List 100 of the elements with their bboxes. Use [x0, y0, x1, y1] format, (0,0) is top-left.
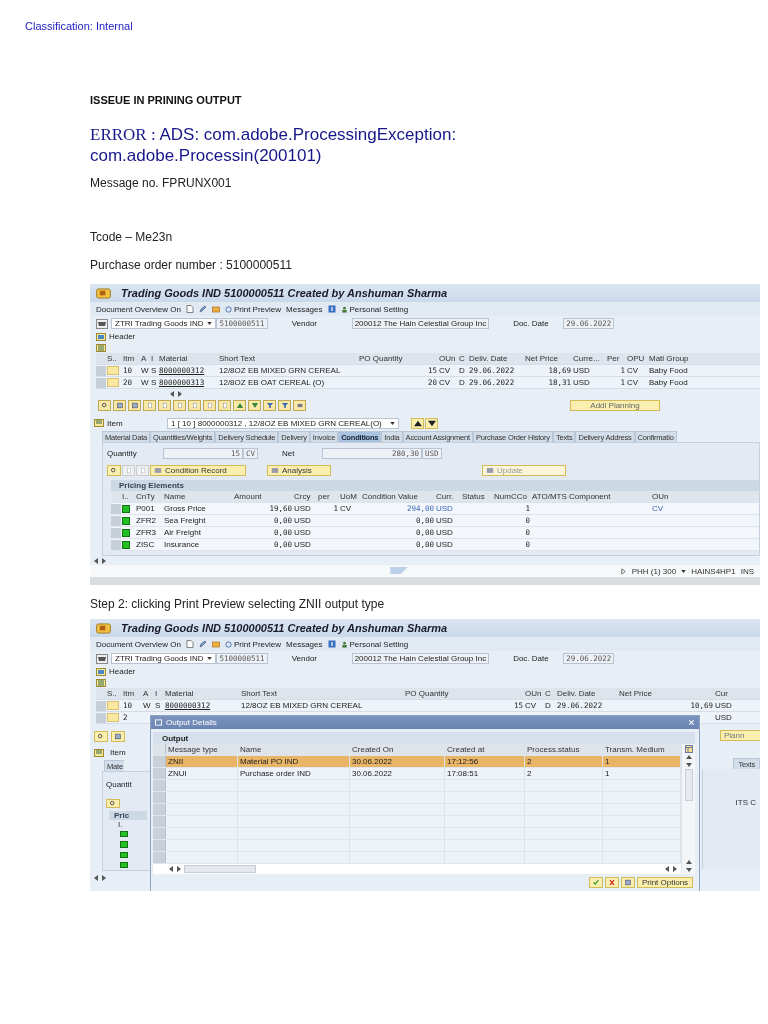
toolbar-button[interactable]: Messages [286, 639, 323, 649]
header-toggle-icon[interactable] [96, 667, 106, 676]
table-cell-text: 12/8OZ EB OAT CEREAL (O) [218, 377, 326, 388]
cancel-icon[interactable] [605, 877, 619, 888]
column-settings-icon[interactable] [684, 745, 693, 753]
scroll-arrows-icon[interactable] [685, 860, 692, 872]
personal-setting-button[interactable]: Personal Setting [340, 304, 409, 314]
table-cell-text: S [154, 700, 162, 711]
vendor-label: Vendor [291, 319, 318, 328]
column-header: OUn [524, 688, 543, 699]
table-cell-text: CV [438, 377, 452, 388]
search-icon[interactable] [98, 400, 111, 411]
header-label: Header [109, 332, 136, 341]
column-header: UoM [339, 491, 358, 502]
vendor-field[interactable]: 200012 The Hain Celestial Group Inc [351, 653, 490, 664]
output-row[interactable]: ZNUI Purchase order IND 30.06.2022 17:08:51 2 1 [153, 768, 681, 780]
document-icon[interactable] [185, 640, 194, 648]
preview-icon[interactable] [621, 877, 635, 888]
condition-button[interactable]: Condition Record [150, 464, 246, 476]
toolbar-button[interactable]: Document Overview On [96, 304, 181, 314]
item-toggle-icon[interactable] [94, 748, 104, 757]
scrollbar-thumb[interactable] [184, 865, 256, 873]
print-preview-button[interactable]: Print Preview [224, 304, 282, 314]
personal-setting-button[interactable]: Personal Setting [340, 639, 409, 649]
column-header: S.. [106, 353, 118, 364]
scrollbar-thumb[interactable] [684, 769, 693, 801]
mode-status: INS [740, 566, 754, 576]
dialog-title: Output Details [166, 718, 217, 727]
document-icon[interactable] [185, 305, 194, 313]
table-cell: 30.06.2022 [350, 756, 445, 767]
status-box [107, 713, 119, 722]
column-header: Material [164, 688, 195, 699]
status-square [120, 831, 128, 838]
filter-icon[interactable] [263, 400, 276, 411]
doc-date-label: Doc. Date [513, 654, 550, 663]
print-options-button[interactable]: Print Options [637, 877, 693, 888]
doc-icon[interactable] [143, 400, 156, 411]
status-square [120, 861, 128, 868]
item-toggle-icon[interactable] [94, 419, 104, 427]
horizontal-scrollbar[interactable] [153, 864, 681, 874]
column-header: Deliv. Date [556, 688, 597, 699]
up-icon[interactable] [233, 400, 246, 411]
planning-button[interactable]: Addl Planning [570, 400, 660, 411]
column-header: Itm [122, 688, 136, 699]
search-icon[interactable] [106, 799, 120, 808]
vendor-field[interactable]: 200012 The Hain Celestial Group Inc [351, 318, 490, 329]
column-header: C [458, 353, 466, 364]
quantity-label: Quantity [107, 448, 138, 458]
output-row[interactable]: ZNII Material PO IND 30.06.2022 17:12:56 2 1 [153, 756, 681, 768]
doc-icon[interactable] [218, 400, 231, 411]
toolbar-button[interactable]: Messages [286, 304, 323, 314]
table-cell: 30.06.2022 [350, 768, 445, 779]
column-header: Matl Group [648, 353, 690, 364]
scroll-arrows-icon[interactable] [170, 390, 182, 397]
scroll-arrows-icon[interactable] [665, 866, 677, 872]
scroll-arrows-icon[interactable] [685, 755, 692, 767]
item-label: Item [110, 748, 126, 757]
toolbar-button[interactable]: Document Overview On [96, 639, 181, 649]
search-icon[interactable] [94, 731, 108, 742]
down-icon[interactable] [248, 400, 261, 411]
grid-icon[interactable] [111, 731, 125, 742]
document-type-dropdown[interactable]: ZTRI Trading Goods IND [111, 653, 217, 664]
window-icon [155, 719, 162, 726]
scroll-arrows-icon[interactable] [94, 874, 106, 881]
pencil-icon[interactable] [198, 305, 207, 313]
folder-icon[interactable] [211, 640, 220, 648]
server-status: HAINS4HP1 [691, 566, 736, 576]
items-toggle-icon[interactable] [96, 343, 106, 352]
scroll-arrows-icon[interactable] [94, 557, 106, 564]
column-header: Status [461, 491, 486, 502]
previous-item-button[interactable] [411, 417, 424, 429]
vendor-label: Vendor [291, 654, 318, 663]
vertical-scrollbar[interactable] [681, 744, 695, 874]
grid-icon[interactable] [128, 400, 141, 411]
scroll-arrows-icon[interactable] [169, 866, 181, 872]
check-icon[interactable] [589, 877, 603, 888]
cart-icon[interactable] [96, 318, 108, 329]
condition-button[interactable]: Analysis [267, 464, 331, 476]
play-icon[interactable] [619, 567, 627, 575]
next-item-button[interactable] [425, 417, 438, 429]
column-header: Crcy [293, 491, 312, 502]
print-preview-button[interactable]: Print Preview [224, 639, 282, 649]
close-icon[interactable] [688, 719, 695, 726]
cart-icon[interactable] [96, 653, 108, 664]
info-icon[interactable] [327, 640, 336, 648]
grid-icon[interactable] [113, 400, 126, 411]
folder-icon[interactable] [211, 305, 220, 313]
doc-icon[interactable] [203, 400, 216, 411]
filter-icon[interactable] [278, 400, 291, 411]
items-toggle-icon[interactable] [96, 678, 106, 687]
column-header: OPU [626, 353, 646, 364]
caret-icon[interactable] [681, 569, 687, 573]
item-dropdown[interactable]: 1 [ 10 ] 8000000312 , 12/8OZ EB MIXED GRN CEREAL(O) [167, 417, 399, 429]
info-icon[interactable] [327, 305, 336, 313]
document-type-dropdown[interactable]: ZTRI Trading Goods IND [111, 318, 217, 329]
system-status[interactable]: PHH (1) 300 [631, 566, 677, 576]
search-icon[interactable] [107, 464, 121, 476]
pencil-icon[interactable] [198, 640, 207, 648]
planning-button[interactable]: Plann [720, 730, 760, 741]
header-toggle-icon[interactable] [96, 332, 106, 341]
